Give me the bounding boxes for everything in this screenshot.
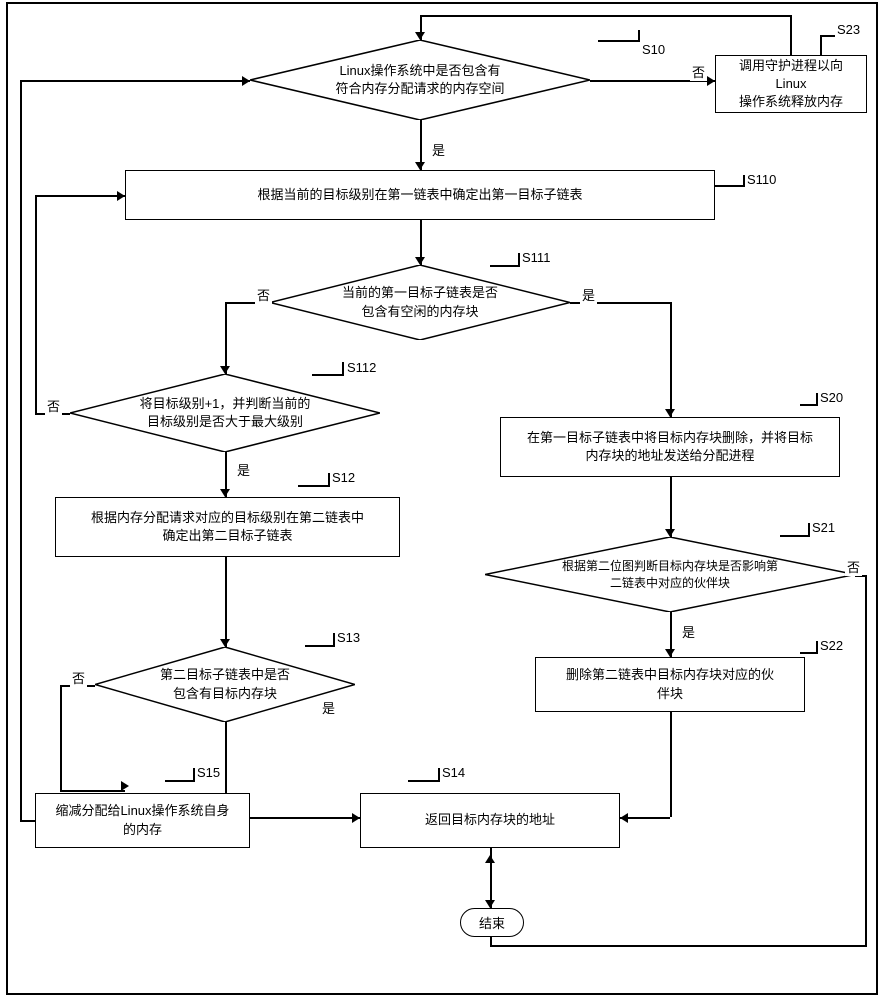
edge-label-yes-2: 是: [580, 285, 597, 304]
terminator-end: 结束: [460, 908, 524, 937]
decision-s21: 根据第二位图判断目标内存块是否影响第 二链表中对应的伙伴块: [485, 537, 855, 612]
edge-label-no-2: 否: [255, 285, 272, 304]
step-label-s111: S111: [520, 250, 552, 265]
step-label-s13: S13: [335, 630, 362, 645]
decision-s112-text: 将目标级别+1，并判断当前的 目标级别是否大于最大级别: [120, 395, 331, 431]
process-s22-text: 删除第二链表中目标内存块对应的伙 伴块: [566, 666, 774, 702]
decision-s21-text: 根据第二位图判断目标内存块是否影响第 二链表中对应的伙伴块: [542, 558, 798, 592]
process-s23: 调用守护进程以向Linux 操作系统释放内存: [715, 55, 867, 113]
step-label-s22: S22: [818, 638, 845, 653]
terminator-end-text: 结束: [479, 913, 505, 932]
edge-label-no-5: 否: [845, 557, 862, 576]
edge-label-no-4: 否: [70, 668, 87, 687]
step-label-s20: S20: [818, 390, 845, 405]
step-label-s10: S10: [640, 42, 667, 57]
step-label-s112: S112: [345, 360, 378, 375]
process-s14-text: 返回目标内存块的地址: [425, 811, 555, 829]
edge-label-yes-5: 是: [320, 698, 337, 717]
process-s15-text: 缩减分配给Linux操作系统自身 的内存: [55, 802, 229, 838]
process-s12-text: 根据内存分配请求对应的目标级别在第二链表中 确定出第二目标子链表: [91, 509, 364, 545]
edge-label-no-3: 否: [45, 396, 62, 415]
step-label-s12: S12: [330, 470, 357, 485]
step-label-s110: S110: [745, 172, 778, 187]
decision-s10-text: Linux操作系统中是否包含有 符合内存分配请求的内存空间: [315, 62, 524, 98]
process-s20-text: 在第一目标子链表中将目标内存块删除，并将目标 内存块的地址发送给分配进程: [527, 429, 813, 465]
decision-s111-text: 当前的第一目标子链表是否 包含有空闲的内存块: [322, 284, 518, 320]
step-label-s14: S14: [440, 765, 467, 780]
process-s110-text: 根据当前的目标级别在第一链表中确定出第一目标子链表: [257, 186, 582, 204]
process-s23-text: 调用守护进程以向Linux 操作系统释放内存: [726, 57, 856, 112]
step-label-s15: S15: [195, 765, 222, 780]
decision-s10: Linux操作系统中是否包含有 符合内存分配请求的内存空间: [250, 40, 590, 120]
edge-label-no: 否: [690, 62, 707, 81]
decision-s13-text: 第二目标子链表中是否 包含有目标内存块: [140, 666, 310, 702]
edge-label-yes-4: 是: [680, 622, 697, 641]
process-s20: 在第一目标子链表中将目标内存块删除，并将目标 内存块的地址发送给分配进程: [500, 417, 840, 477]
step-label-s21: S21: [810, 520, 837, 535]
process-s14: 返回目标内存块的地址: [360, 793, 620, 848]
step-label-s23: S23: [835, 22, 862, 37]
process-s22: 删除第二链表中目标内存块对应的伙 伴块: [535, 657, 805, 712]
decision-s112: 将目标级别+1，并判断当前的 目标级别是否大于最大级别: [70, 374, 380, 452]
decision-s111: 当前的第一目标子链表是否 包含有空闲的内存块: [270, 265, 570, 340]
edge-label-yes-3: 是: [235, 460, 252, 479]
process-s110: 根据当前的目标级别在第一链表中确定出第一目标子链表: [125, 170, 715, 220]
process-s12: 根据内存分配请求对应的目标级别在第二链表中 确定出第二目标子链表: [55, 497, 400, 557]
edge-label-yes: 是: [430, 140, 447, 159]
process-s15: 缩减分配给Linux操作系统自身 的内存: [35, 793, 250, 848]
decision-s13: 第二目标子链表中是否 包含有目标内存块: [95, 647, 355, 722]
